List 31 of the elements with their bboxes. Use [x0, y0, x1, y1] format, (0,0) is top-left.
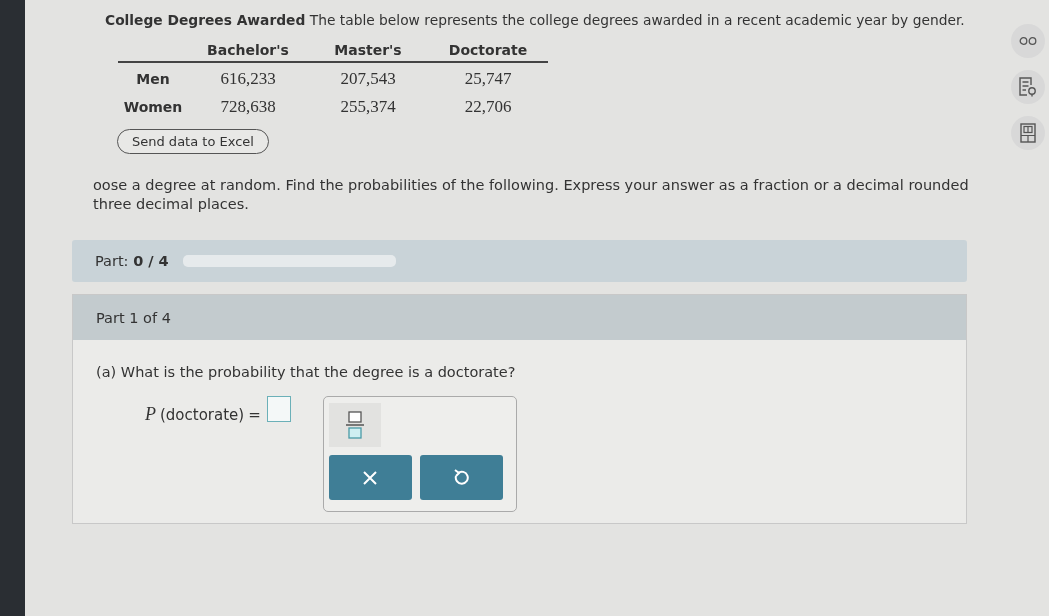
clear-button[interactable] — [328, 455, 412, 500]
calculator-icon — [1020, 123, 1036, 143]
column-header: Doctorate — [428, 40, 548, 62]
question-text: (a) What is the probability that the degree is a doctorate? — [96, 364, 517, 380]
table-cell: 616,233 — [188, 62, 308, 91]
answer-box[interactable] — [266, 396, 291, 422]
close-icon — [363, 470, 378, 485]
table-cell-text: 728,638 — [219, 96, 277, 118]
row-label: Men — [118, 62, 188, 91]
intro-text: College Degrees Awarded The table below represents the college degrees awarded in a recent academic year by gender. — [105, 12, 966, 28]
send-to-excel-button[interactable]: Send data to Excel — [117, 129, 269, 154]
undo-icon — [453, 468, 470, 487]
column-header: Bachelor's — [188, 40, 308, 62]
glasses-button[interactable] — [1011, 24, 1045, 58]
glasses-icon — [1019, 37, 1037, 45]
fraction-icon — [345, 411, 364, 439]
undo-button[interactable] — [419, 455, 503, 500]
notes-icon — [1019, 77, 1037, 97]
notes-button[interactable] — [1011, 70, 1045, 104]
instructions-text: oose a degree at random. Find the probabilities of the following. Express your answer as a fraction or a decimal rounded three decimal places. — [93, 176, 970, 214]
row-label: Women — [122, 98, 184, 117]
answer-expression: P (doctorate) = — [145, 404, 261, 425]
table-cell: 207,543 — [308, 62, 428, 91]
column-header: Master's — [308, 40, 428, 62]
fraction-button[interactable] — [328, 403, 381, 447]
part-title: Part 1 of 4 — [73, 295, 966, 340]
progress-label: Part: 0 / 4 — [95, 253, 169, 269]
table-cell-text: 255,374 — [339, 96, 397, 118]
table-cell: 25,747 — [428, 62, 548, 91]
table-cell-text: 22,706 — [463, 96, 513, 118]
calculator-button[interactable] — [1011, 116, 1045, 150]
